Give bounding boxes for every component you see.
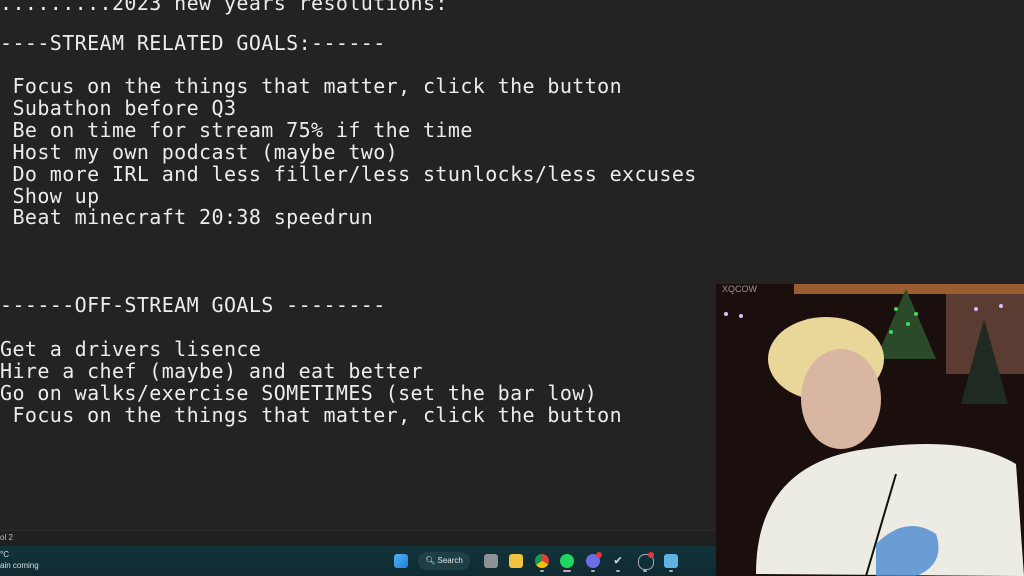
offstream-goals-header: ------OFF-STREAM GOALS -------- [0, 293, 386, 317]
streamer-face [801, 349, 881, 449]
search-button[interactable]: 🔍︎ Search [418, 552, 470, 570]
stream-goal-line: Be on time for stream 75% if the time [0, 118, 473, 142]
weather-temp: °C [0, 550, 9, 559]
search-label: Search [437, 556, 463, 565]
spotify-icon[interactable] [560, 554, 574, 568]
editor-status-bar: ol 2 [0, 530, 716, 547]
overlay-label: XQCOW [722, 284, 757, 294]
steam-icon[interactable]: ✔ [611, 554, 625, 568]
streamer-camera-feed [716, 284, 1024, 576]
weather-widget[interactable]: °C ain coming [0, 549, 39, 571]
stream-goals-header: ----STREAM RELATED GOALS:------ [0, 31, 386, 55]
notification-badge [596, 552, 602, 558]
file-explorer-icon[interactable] [509, 554, 523, 568]
offstream-goal-line: Go on walks/exercise SOMETIMES (set the … [0, 381, 598, 405]
stream-goal-line: Show up [0, 184, 100, 208]
webcam-overlay: XQCOW [716, 284, 1024, 576]
title-line: .........2023 new years resolutions: [0, 0, 448, 15]
offstream-goal-line: Focus on the things that matter, click t… [0, 403, 623, 427]
stream-goal-line: Beat minecraft 20:38 speedrun [0, 205, 374, 229]
stream-goal-line: Subathon before Q3 [0, 96, 237, 120]
offstream-goal-line: Hire a chef (maybe) and eat better [0, 359, 423, 383]
windows-start-icon[interactable] [394, 554, 408, 568]
notification-badge [648, 552, 654, 558]
cursor-position: ol 2 [0, 533, 13, 542]
notepad-icon[interactable] [664, 554, 678, 568]
weather-desc: ain coming [0, 561, 39, 570]
stream-goal-line: Focus on the things that matter, click t… [0, 74, 623, 98]
offstream-goal-line: Get a drivers lisence [0, 337, 262, 361]
taskbar: °C ain coming 🔍︎ Search ✔ [0, 546, 716, 576]
stream-goal-line: Do more IRL and less filler/less stunloc… [0, 162, 697, 186]
chrome-icon[interactable] [535, 554, 549, 568]
stream-goal-line: Host my own podcast (maybe two) [0, 140, 399, 164]
task-view-icon[interactable] [484, 554, 498, 568]
